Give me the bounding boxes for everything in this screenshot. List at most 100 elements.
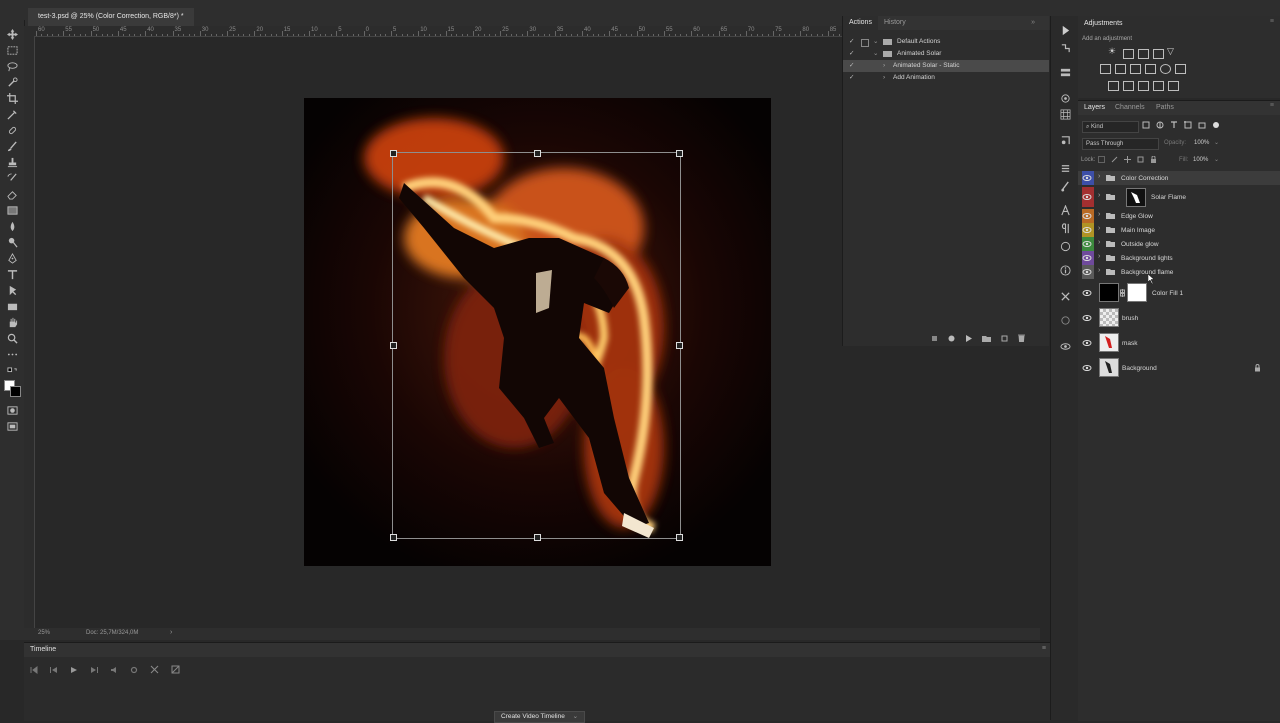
adjustments-title[interactable]: Adjustments (1084, 20, 1123, 27)
fill-value[interactable]: 100% (1193, 157, 1208, 163)
visibility-eye-icon[interactable] (1082, 313, 1092, 323)
visibility-eye-icon[interactable] (1082, 267, 1092, 277)
free-transform-bounding-box[interactable] (390, 150, 683, 541)
record-icon[interactable] (948, 335, 955, 342)
glyphs-icon[interactable] (1059, 240, 1071, 252)
properties-icon[interactable] (1059, 162, 1071, 174)
group-expand-icon[interactable]: › (1098, 253, 1100, 260)
move-tool-icon[interactable] (5, 28, 19, 40)
opacity-value[interactable]: 100% (1194, 140, 1209, 146)
layer-row-outside-glow[interactable]: › Outside glow (1078, 237, 1280, 251)
swap-colors-icon[interactable] (5, 366, 19, 378)
previous-frame-icon[interactable] (50, 666, 58, 674)
group-expand-icon[interactable]: › (1098, 239, 1100, 246)
invert-icon[interactable] (1108, 81, 1119, 91)
selective-color-icon[interactable] (1168, 81, 1179, 91)
next-frame-icon[interactable] (90, 666, 98, 674)
status-menu-arrow-icon[interactable]: › (170, 629, 172, 636)
filter-toggle-icon[interactable] (1212, 121, 1220, 129)
eyedropper-tool-icon[interactable] (5, 108, 19, 120)
color-balance-icon[interactable] (1115, 64, 1126, 74)
dropdown-chevron-icon[interactable]: ⌄ (573, 713, 578, 720)
mask-layer-thumbnail[interactable] (1099, 333, 1119, 352)
levels-icon[interactable] (1123, 49, 1134, 59)
zoom-level[interactable]: 25% (38, 630, 50, 636)
filter-adjustment-icon[interactable] (1156, 121, 1164, 129)
visibility-eye-icon[interactable] (1082, 363, 1092, 373)
layer-mask-thumbnail[interactable] (1126, 188, 1146, 207)
transform-handle-right[interactable] (676, 342, 683, 349)
chevron-down-icon[interactable]: ⌄ (873, 48, 878, 60)
gradient-tool-icon[interactable] (5, 204, 19, 216)
lock-transparency-icon[interactable] (1098, 156, 1105, 163)
timeline-title[interactable]: Timeline (30, 646, 56, 653)
transform-handle-top-right[interactable] (676, 150, 683, 157)
group-expand-icon[interactable]: › (1098, 173, 1100, 180)
checkmark-icon[interactable]: ✓ (849, 60, 854, 72)
checkmark-icon[interactable]: ✓ (849, 36, 854, 48)
lock-pixels-icon[interactable] (1111, 156, 1118, 163)
tab-actions[interactable]: Actions (843, 16, 878, 30)
tools-preset-icon[interactable] (1059, 290, 1071, 302)
layer-row-color-correction[interactable]: › Color Correction (1078, 171, 1280, 185)
layer-row-background-flame[interactable]: › Background flame (1078, 265, 1280, 284)
path-select-tool-icon[interactable] (5, 284, 19, 296)
brush-settings-icon[interactable] (1059, 180, 1071, 192)
curves-icon[interactable] (1138, 49, 1149, 59)
quick-mask-icon[interactable] (5, 404, 19, 416)
dodge-tool-icon[interactable] (5, 236, 19, 248)
paragraph-icon[interactable] (1059, 222, 1071, 234)
visibility-eye-icon[interactable] (1082, 253, 1092, 263)
group-expand-icon[interactable]: › (1098, 225, 1100, 232)
visibility-eye-icon[interactable] (1082, 192, 1092, 202)
channel-mixer-icon[interactable] (1160, 64, 1171, 74)
lock-position-icon[interactable] (1124, 156, 1131, 163)
tab-layers[interactable]: Layers (1084, 104, 1105, 111)
trash-icon[interactable] (1018, 334, 1025, 342)
tab-channels[interactable]: Channels (1115, 104, 1145, 111)
transform-handle-bottom[interactable] (534, 534, 541, 541)
brightness-icon[interactable]: ☀ (1108, 46, 1116, 57)
play-actions-icon[interactable] (1059, 24, 1071, 36)
healing-brush-tool-icon[interactable] (5, 124, 19, 136)
filter-pixel-icon[interactable] (1142, 121, 1150, 129)
adjustments-panel-icon[interactable] (1059, 134, 1071, 146)
transform-handle-left[interactable] (390, 342, 397, 349)
filter-shape-icon[interactable] (1184, 121, 1192, 129)
grid-icon[interactable] (1059, 108, 1071, 120)
rectangle-tool-icon[interactable] (5, 300, 19, 312)
stop-icon[interactable] (931, 335, 938, 342)
panel-menu-icon[interactable]: ≡ (1270, 18, 1274, 25)
chevron-right-icon[interactable]: › (883, 72, 885, 84)
layer-row-color-fill[interactable]: Color Fill 1 (1078, 282, 1280, 304)
visibility-eye-icon[interactable] (1082, 225, 1092, 235)
blend-mode-select[interactable]: Pass Through (1082, 138, 1159, 150)
lasso-tool-icon[interactable] (5, 60, 19, 72)
layer-row-background-lights[interactable]: › Background lights (1078, 251, 1280, 265)
layer-row-edge-glow[interactable]: › Edge Glow (1078, 209, 1280, 223)
gradient-map-icon[interactable] (1153, 81, 1164, 91)
tab-paths[interactable]: Paths (1156, 104, 1174, 111)
document-tab[interactable]: test-3.psd @ 25% (Color Correction, RGB/… (28, 8, 194, 26)
checkmark-icon[interactable]: ✓ (849, 72, 854, 84)
new-action-icon[interactable] (1001, 335, 1008, 342)
group-expand-icon[interactable]: › (1098, 211, 1100, 218)
visibility-eye-icon[interactable] (1082, 211, 1092, 221)
panel-collapse-icon[interactable]: » (1031, 16, 1049, 30)
clone-stamp-tool-icon[interactable] (5, 156, 19, 168)
layers-menu-icon[interactable]: ≡ (1270, 102, 1274, 109)
layer-row-background[interactable]: Background (1078, 357, 1280, 379)
quick-select-tool-icon[interactable] (5, 76, 19, 88)
hand-tool-icon[interactable] (5, 316, 19, 328)
new-set-folder-icon[interactable] (982, 335, 991, 342)
type-tool-icon[interactable] (5, 268, 19, 280)
background-layer-thumbnail[interactable] (1099, 358, 1119, 377)
lock-icon[interactable] (1254, 364, 1261, 372)
layer-row-mask[interactable]: mask (1078, 332, 1280, 354)
more-tools-icon[interactable] (5, 348, 19, 360)
pen-tool-icon[interactable] (5, 252, 19, 264)
visibility-eye-icon[interactable] (1082, 173, 1092, 183)
visibility-eye-icon[interactable] (1082, 239, 1092, 249)
exposure-icon[interactable] (1153, 49, 1164, 59)
audio-icon[interactable] (110, 666, 118, 674)
